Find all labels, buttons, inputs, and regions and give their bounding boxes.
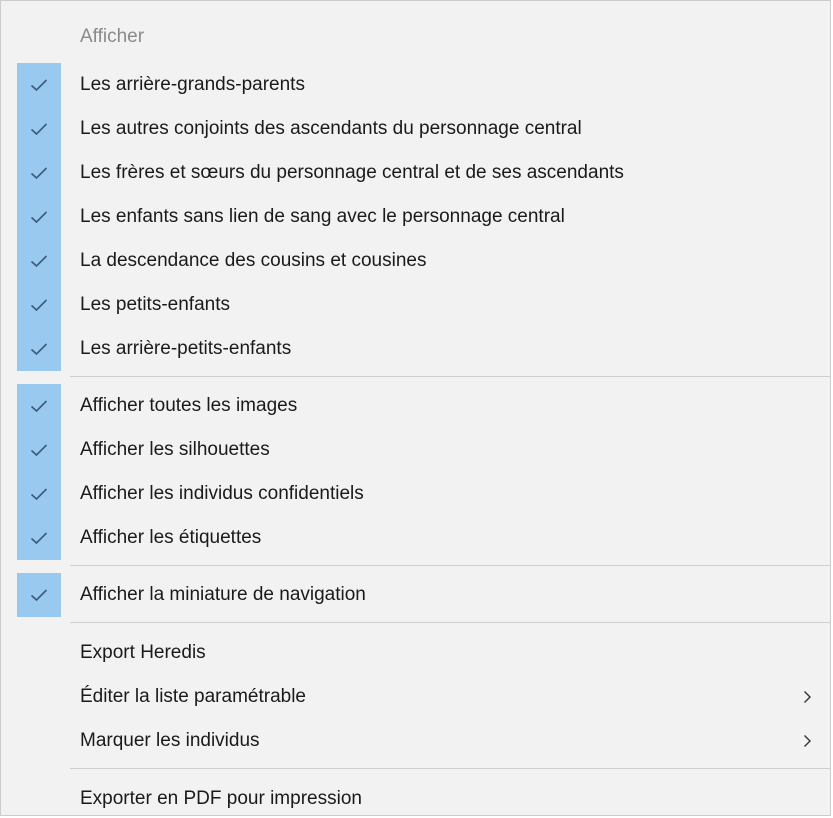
menu-section-header: Afficher (1, 19, 830, 59)
menu-item-autres-conjoints[interactable]: Les autres conjoints des ascendants du p… (1, 107, 830, 151)
menu-item-exporter-pdf[interactable]: Exporter en PDF pour impression (1, 777, 830, 815)
checkmark-icon (17, 573, 61, 617)
checkmark-icon (17, 63, 61, 107)
menu-item-miniature-navigation[interactable]: Afficher la miniature de navigation (1, 573, 830, 617)
menu-item-label: Les autres conjoints des ascendants du p… (80, 118, 582, 139)
menu-separator (70, 376, 830, 377)
menu-item-arriere-grands-parents[interactable]: Les arrière-grands-parents (1, 63, 830, 107)
context-menu: Afficher Les arrière-grands-parents Les … (0, 0, 831, 816)
menu-item-label: Les frères et sœurs du personnage centra… (80, 162, 624, 183)
checkmark-icon (17, 327, 61, 371)
menu-item-enfants-sans-lien[interactable]: Les enfants sans lien de sang avec le pe… (1, 195, 830, 239)
menu-item-label: Les arrière-grands-parents (80, 74, 305, 95)
menu-item-label: Afficher la miniature de navigation (80, 584, 366, 605)
menu-item-label: Afficher les individus confidentiels (80, 483, 364, 504)
chevron-right-icon (800, 719, 814, 763)
menu-item-marquer-individus[interactable]: Marquer les individus (1, 719, 830, 763)
menu-item-arriere-petits-enfants[interactable]: Les arrière-petits-enfants (1, 327, 830, 371)
menu-header-label: Afficher (80, 26, 145, 47)
checkmark-icon (17, 472, 61, 516)
menu-item-freres-soeurs[interactable]: Les frères et sœurs du personnage centra… (1, 151, 830, 195)
checkmark-icon (17, 428, 61, 472)
menu-item-label: La descendance des cousins et cousines (80, 250, 427, 271)
menu-item-label: Afficher les étiquettes (80, 527, 262, 548)
menu-item-label: Les enfants sans lien de sang avec le pe… (80, 206, 565, 227)
menu-item-label: Marquer les individus (80, 730, 260, 751)
checkmark-icon (17, 239, 61, 283)
checkmark-icon (17, 384, 61, 428)
menu-separator (70, 622, 830, 623)
chevron-right-icon (800, 675, 814, 719)
menu-item-label: Les petits-enfants (80, 294, 230, 315)
checkmark-icon (17, 151, 61, 195)
menu-item-label: Afficher les silhouettes (80, 439, 270, 460)
menu-separator (70, 768, 830, 769)
menu-item-label: Export Heredis (80, 642, 206, 663)
menu-item-petits-enfants[interactable]: Les petits-enfants (1, 283, 830, 327)
menu-item-silhouettes[interactable]: Afficher les silhouettes (1, 428, 830, 472)
checkmark-icon (17, 283, 61, 327)
menu-separator (70, 565, 830, 566)
menu-item-label: Éditer la liste paramétrable (80, 686, 306, 707)
menu-item-label: Les arrière-petits-enfants (80, 338, 292, 359)
checkmark-icon (17, 195, 61, 239)
checkmark-icon (17, 516, 61, 560)
menu-item-label: Exporter en PDF pour impression (80, 788, 362, 809)
menu-item-export-heredis[interactable]: Export Heredis (1, 631, 830, 675)
menu-item-editer-liste[interactable]: Éditer la liste paramétrable (1, 675, 830, 719)
checkmark-icon (17, 107, 61, 151)
menu-item-toutes-images[interactable]: Afficher toutes les images (1, 384, 830, 428)
menu-item-label: Afficher toutes les images (80, 395, 298, 416)
menu-item-individus-confidentiels[interactable]: Afficher les individus confidentiels (1, 472, 830, 516)
menu-item-etiquettes[interactable]: Afficher les étiquettes (1, 516, 830, 560)
menu-item-descendance-cousins[interactable]: La descendance des cousins et cousines (1, 239, 830, 283)
